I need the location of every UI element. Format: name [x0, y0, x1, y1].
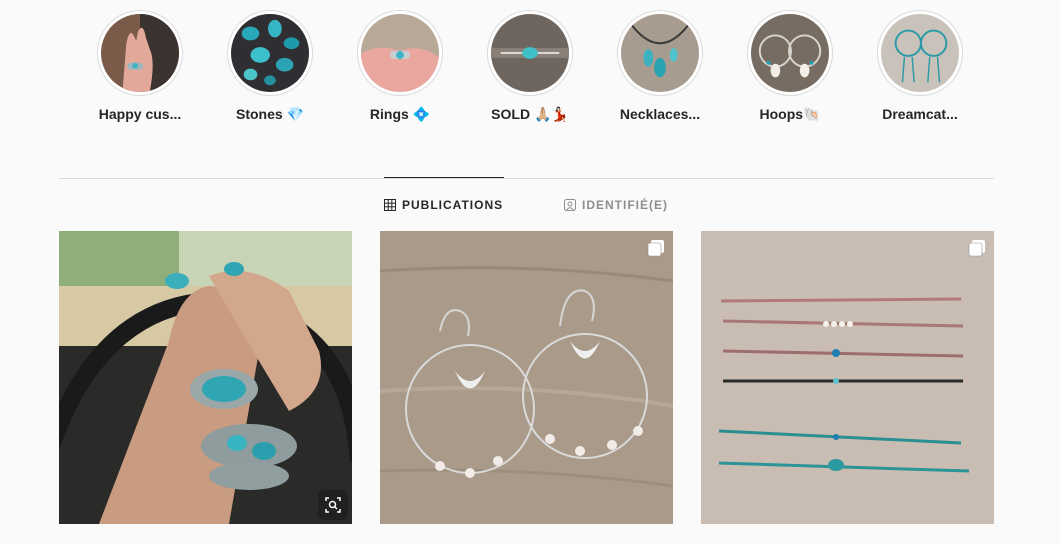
highlight-cover — [97, 10, 183, 96]
story-highlights: Happy cus... Stones 💎 Rings 💠 SOLD 🙏🏼💃🏻 … — [0, 10, 1060, 130]
highlight-label: Dreamcat... — [882, 106, 958, 122]
sold-thumbnail — [491, 14, 569, 92]
necklaces-thumbnail — [621, 14, 699, 92]
highlight-cover — [227, 10, 313, 96]
stones-thumbnail — [231, 14, 309, 92]
highlight-cover — [877, 10, 963, 96]
post-image — [701, 231, 994, 524]
grid-icon — [384, 199, 396, 211]
highlight-dreamcatchers[interactable]: Dreamcat... — [860, 10, 980, 122]
active-tab-indicator — [384, 177, 504, 178]
highlight-cover — [487, 10, 573, 96]
visual-search-button[interactable] — [318, 490, 348, 520]
highlight-label: Rings 💠 — [369, 106, 431, 122]
highlight-label: Necklaces... — [619, 106, 701, 122]
post-tile-crescent-hoops[interactable] — [380, 231, 673, 524]
highlight-label: Happy cus... — [98, 106, 182, 122]
post-image — [59, 231, 352, 524]
highlight-sold[interactable]: SOLD 🙏🏼💃🏻 — [470, 10, 590, 123]
tab-tagged-label: IDENTIFIÉ(E) — [582, 198, 668, 212]
tab-publications-label: PUBLICATIONS — [402, 198, 504, 212]
multiple-images-icon — [647, 240, 664, 257]
dreamcatcher-thumbnail — [881, 14, 959, 92]
visual-search-icon — [325, 497, 341, 513]
multiple-images-icon — [968, 240, 985, 257]
highlight-hoops[interactable]: Hoops🐚 — [730, 10, 850, 123]
tab-publications[interactable]: PUBLICATIONS — [384, 198, 503, 212]
highlight-label: Hoops🐚 — [759, 106, 821, 122]
highlight-rings[interactable]: Rings 💠 — [340, 10, 460, 123]
highlight-happy-customers[interactable]: Happy cus... — [80, 10, 200, 122]
hoops-thumbnail — [751, 14, 829, 92]
highlight-cover — [617, 10, 703, 96]
post-tile-turquoise-cuffs[interactable] — [59, 231, 352, 524]
ring-thumbnail — [361, 14, 439, 92]
highlight-cover — [747, 10, 833, 96]
post-image — [380, 231, 673, 524]
highlight-cover — [357, 10, 443, 96]
highlight-label: Stones 💎 — [236, 106, 304, 122]
post-tile-cord-bracelets[interactable] — [701, 231, 994, 524]
highlight-necklaces[interactable]: Necklaces... — [600, 10, 720, 122]
tabs-divider — [59, 178, 994, 179]
tagged-person-icon — [564, 199, 576, 211]
tab-tagged[interactable]: IDENTIFIÉ(E) — [564, 198, 668, 212]
highlight-label: SOLD 🙏🏼💃🏻 — [491, 106, 569, 122]
hand-ring-thumbnail — [101, 14, 179, 92]
highlight-stones[interactable]: Stones 💎 — [210, 10, 330, 123]
